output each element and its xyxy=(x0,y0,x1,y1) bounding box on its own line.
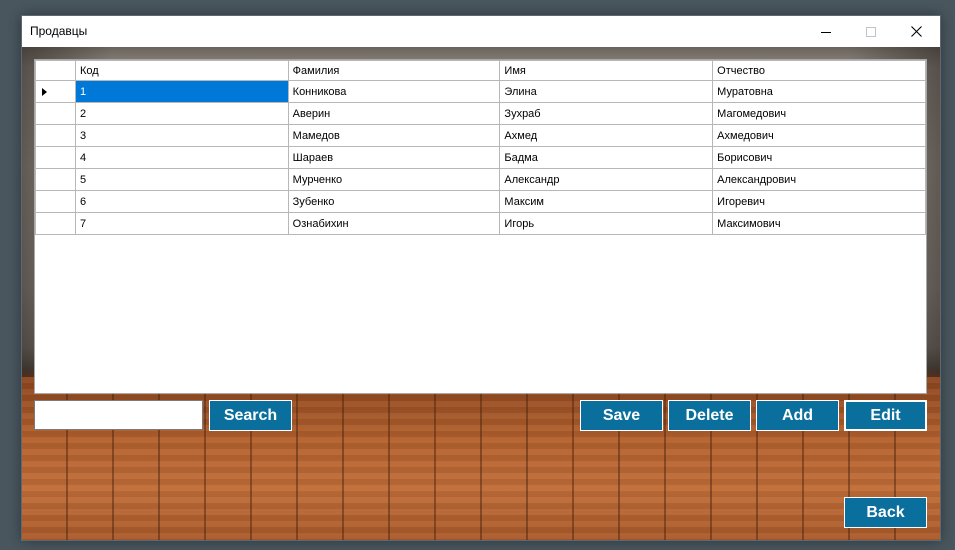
minimize-icon xyxy=(821,31,831,33)
cell-code[interactable]: 7 xyxy=(74,212,289,235)
table-row[interactable]: 5 Мурченко Александр Александрович xyxy=(35,168,926,191)
cell-code[interactable]: 3 xyxy=(74,124,289,147)
close-button[interactable] xyxy=(893,16,939,47)
row-header[interactable] xyxy=(35,124,76,147)
cell-patronymic[interactable]: Александрович xyxy=(712,168,926,191)
close-icon xyxy=(910,26,922,37)
sellers-window: Продавцы Код Фамилия Имя Отчество 1 Конн… xyxy=(22,16,940,540)
cell-patronymic[interactable]: Игоревич xyxy=(712,190,926,213)
cell-first-name[interactable]: Зухраб xyxy=(499,102,714,125)
cell-last-name[interactable]: Ознабихин xyxy=(287,212,501,235)
cell-first-name[interactable]: Бадма xyxy=(499,146,714,169)
maximize-button[interactable] xyxy=(848,16,894,47)
edit-button[interactable]: Edit xyxy=(844,400,927,431)
row-header[interactable] xyxy=(35,190,76,213)
save-button[interactable]: Save xyxy=(580,400,663,431)
table-row[interactable]: 3 Мамедов Ахмед Ахмедович xyxy=(35,124,926,147)
cell-first-name[interactable]: Игорь xyxy=(499,212,714,235)
cell-code[interactable]: 6 xyxy=(74,190,289,213)
cell-first-name[interactable]: Александр xyxy=(499,168,714,191)
minimize-button[interactable] xyxy=(803,16,849,47)
sellers-data-grid[interactable]: Код Фамилия Имя Отчество 1 Конникова Эли… xyxy=(34,59,927,394)
cell-last-name[interactable]: Конникова xyxy=(287,80,501,103)
window-title: Продавцы xyxy=(30,24,88,38)
title-bar[interactable]: Продавцы xyxy=(22,16,940,47)
column-header-patronymic[interactable]: Отчество xyxy=(712,60,926,81)
cell-first-name[interactable]: Ахмед xyxy=(499,124,714,147)
back-button[interactable]: Back xyxy=(844,497,927,528)
cell-code[interactable]: 4 xyxy=(74,146,289,169)
cell-last-name[interactable]: Мурченко xyxy=(287,168,501,191)
cell-patronymic[interactable]: Ахмедович xyxy=(712,124,926,147)
search-button[interactable]: Search xyxy=(209,400,292,431)
add-button[interactable]: Add xyxy=(756,400,839,431)
cell-first-name[interactable]: Элина xyxy=(499,80,714,103)
cell-last-name[interactable]: Зубенко xyxy=(287,190,501,213)
table-row[interactable]: 2 Аверин Зухраб Магомедович xyxy=(35,102,926,125)
cell-last-name[interactable]: Мамедов xyxy=(287,124,501,147)
table-row[interactable]: 1 Конникова Элина Муратовна xyxy=(35,80,926,103)
cell-last-name[interactable]: Аверин xyxy=(287,102,501,125)
grid-header-row: Код Фамилия Имя Отчество xyxy=(35,60,926,81)
delete-button[interactable]: Delete xyxy=(668,400,751,431)
cell-code[interactable]: 2 xyxy=(74,102,289,125)
cell-first-name[interactable]: Максим xyxy=(499,190,714,213)
cell-last-name[interactable]: Шараев xyxy=(287,146,501,169)
column-header-code[interactable]: Код xyxy=(74,60,289,81)
cell-patronymic[interactable]: Муратовна xyxy=(712,80,926,103)
row-header[interactable] xyxy=(35,212,76,235)
table-row[interactable]: 6 Зубенко Максим Игоревич xyxy=(35,190,926,213)
column-header-last-name[interactable]: Фамилия xyxy=(287,60,501,81)
column-header-first-name[interactable]: Имя xyxy=(499,60,714,81)
row-pointer-icon xyxy=(42,87,47,96)
row-header-current[interactable] xyxy=(35,80,76,103)
maximize-icon xyxy=(866,26,876,37)
row-header[interactable] xyxy=(35,146,76,169)
grid-table: Код Фамилия Имя Отчество 1 Конникова Эли… xyxy=(35,60,926,235)
search-input[interactable] xyxy=(34,400,203,430)
cell-patronymic[interactable]: Магомедович xyxy=(712,102,926,125)
client-area: Код Фамилия Имя Отчество 1 Конникова Эли… xyxy=(22,47,940,540)
row-header[interactable] xyxy=(35,102,76,125)
cell-code[interactable]: 5 xyxy=(74,168,289,191)
table-row[interactable]: 4 Шараев Бадма Борисович xyxy=(35,146,926,169)
grid-corner-header[interactable] xyxy=(35,60,76,81)
row-header[interactable] xyxy=(35,168,76,191)
table-row[interactable]: 7 Ознабихин Игорь Максимович xyxy=(35,212,926,235)
cell-patronymic[interactable]: Борисович xyxy=(712,146,926,169)
cell-patronymic[interactable]: Максимович xyxy=(712,212,926,235)
cell-code[interactable]: 1 xyxy=(74,80,289,103)
